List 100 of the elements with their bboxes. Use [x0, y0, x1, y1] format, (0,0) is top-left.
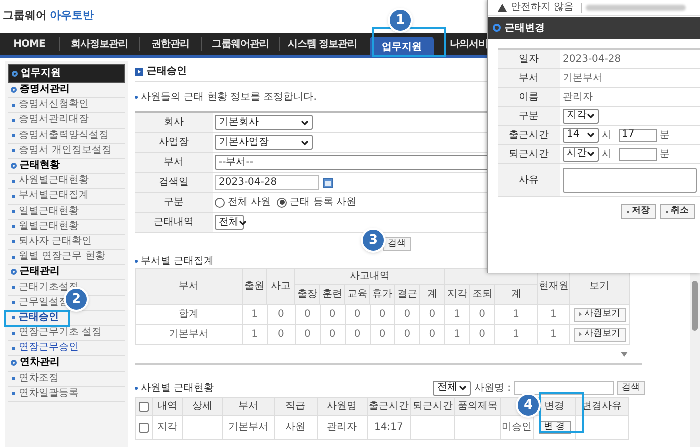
column-header: 보기 — [590, 280, 610, 294]
column-header: 내역 — [157, 400, 178, 414]
dropdown[interactable]: 전체 — [215, 215, 244, 230]
dialog-button[interactable]: 저장 — [621, 204, 656, 219]
nav-tab[interactable]: 권한관리 — [152, 36, 190, 52]
step-marker: 1 — [388, 8, 413, 33]
field-value: 2023-04-28 — [563, 52, 622, 66]
table-cell-text: 기본부서 — [168, 328, 209, 342]
column-header: 출근시간 — [368, 400, 409, 414]
table-cell-text: 0 — [479, 308, 486, 322]
sidebar-link[interactable]: 연차일괄등록 — [19, 388, 79, 399]
column-header: 사고내역 — [350, 270, 390, 284]
sidebar-link[interactable]: 증명서 개인정보설정 — [19, 146, 112, 156]
dropdown[interactable]: 14 — [563, 128, 599, 142]
sidebar-link[interactable]: 연장근무승인 — [19, 343, 79, 354]
security-label: 안전하지 않음 — [511, 2, 574, 12]
sidebar-link[interactable]: 연장근무기초 설정 — [19, 328, 102, 338]
table-cell-text: 0 — [429, 308, 436, 322]
table-cell-text: 0 — [278, 308, 284, 322]
column-header: 부서 — [178, 280, 199, 294]
column-header: 사원명 — [327, 400, 358, 414]
dropdown[interactable]: 지각 — [563, 108, 599, 124]
table-cell-text: 1 — [252, 328, 258, 342]
column-header: 퇴근시간 — [412, 400, 453, 414]
sidebar-link[interactable]: 증명서신청확인 — [19, 100, 89, 110]
nav-tab[interactable]: HOME — [14, 36, 46, 52]
logo-name: 아우토반 — [50, 8, 94, 24]
radio-label: 전체 사원 — [228, 196, 272, 210]
sidebar-link[interactable]: 퇴사자 근태확인 — [19, 236, 92, 247]
form-label: 근태내역 — [154, 216, 194, 230]
table-cell-text: 1 — [252, 308, 258, 322]
field-value: 기본부서 — [563, 72, 603, 86]
dropdown[interactable]: 기본회사 — [215, 115, 313, 130]
sidebar-link[interactable]: 월별근태현황 — [19, 222, 79, 232]
table-cell-text: 0 — [379, 328, 386, 342]
table-cell-text: 0 — [278, 328, 284, 342]
sidebar-link[interactable]: 근태승인 — [19, 312, 59, 323]
dropdown[interactable]: 전체 — [433, 380, 472, 396]
column-header: 출장 — [297, 288, 318, 302]
view-employees-button[interactable]: 사원보기 — [574, 328, 626, 342]
page-description: 사원들의 근태 현황 정보를 조정합니다. — [141, 90, 317, 104]
table-cell-text: 1 — [513, 328, 520, 342]
sidebar-link[interactable]: 증명서관리대장 — [19, 115, 89, 126]
radio-label: 근태 등록 사원 — [290, 196, 357, 210]
dialog-button[interactable]: 취소 — [660, 204, 695, 219]
sidebar-link[interactable]: 증명서출력양식설정 — [19, 130, 109, 141]
table-cell-text: 기본부서 — [228, 421, 268, 435]
page-title: 근태승인 — [147, 65, 187, 79]
sidebar-title-text: 업무지원 — [21, 67, 61, 81]
column-header: 상세 — [192, 400, 212, 414]
form-label: 구분 — [164, 196, 184, 210]
column-header: 휴가 — [372, 288, 392, 302]
column-header: 조퇴 — [472, 288, 492, 302]
field-label: 사원명 : — [474, 382, 511, 396]
column-header: 지각 — [447, 288, 468, 302]
table-cell-text: 1 — [550, 308, 557, 322]
unit-label: 시 — [602, 128, 613, 142]
nav-tab[interactable]: 그룹웨어관리 — [212, 36, 269, 52]
table-cell-text: 0 — [329, 308, 336, 322]
logo-text: 그룹웨어 — [3, 8, 47, 24]
sidebar-link[interactable]: 일별근태현황 — [19, 206, 79, 217]
sidebar-section: 근태현황 — [20, 161, 60, 172]
column-header: 직급 — [286, 400, 306, 414]
section-title: 사원별 근태현황 — [141, 382, 214, 396]
column-header: 현재원 — [538, 280, 569, 294]
date-field[interactable]: 2023-04-28 — [215, 175, 319, 190]
form-label: 이름 — [519, 90, 539, 104]
column-header: 계 — [511, 288, 522, 302]
table-cell-text: 1 — [454, 328, 461, 342]
column-header: 사고 — [270, 280, 291, 294]
step-marker: 3 — [361, 228, 386, 253]
popup-title: 근태변경 — [505, 22, 545, 36]
minute-field[interactable]: 17 — [619, 128, 657, 142]
form-label: 부서 — [519, 72, 539, 86]
table-cell-text: 1 — [550, 328, 557, 342]
field-value: 관리자 — [563, 90, 593, 104]
sidebar-link[interactable]: 연차조정 — [19, 374, 59, 384]
table-cell-text: 0 — [404, 328, 411, 342]
sidebar-link[interactable]: 월별 연장근무 현황 — [19, 252, 106, 262]
table-cell-text: 1 — [513, 308, 520, 322]
nav-tab[interactable]: 회사정보관리 — [71, 36, 128, 52]
search-button[interactable]: 검색 — [617, 381, 645, 395]
table-cell-text: 사원 — [286, 421, 306, 435]
column-header: 훈련 — [322, 288, 342, 302]
nav-tab[interactable]: 시스템 정보관리 — [288, 36, 358, 52]
sidebar-link[interactable]: 사원별근태현황 — [19, 176, 89, 186]
dropdown[interactable]: 기본사업장 — [215, 135, 313, 150]
column-header: 계 — [427, 288, 438, 302]
table-cell-text: 0 — [329, 328, 336, 342]
column-header: 품의제목 — [458, 400, 498, 414]
search-button[interactable]: 검색 — [383, 237, 411, 251]
view-employees-button[interactable]: 사원보기 — [574, 308, 626, 322]
form-label: 검색일 — [159, 176, 189, 190]
column-header: 부서 — [238, 400, 258, 414]
dropdown[interactable]: 시간 — [563, 146, 599, 162]
sidebar-section: 연차관리 — [20, 358, 60, 368]
nav-tab[interactable]: 나의서비 — [450, 36, 488, 52]
table-cell-text: 0 — [479, 328, 486, 342]
sidebar-link[interactable]: 부서별근태집계 — [19, 191, 89, 202]
column-header: 출원 — [244, 280, 265, 294]
